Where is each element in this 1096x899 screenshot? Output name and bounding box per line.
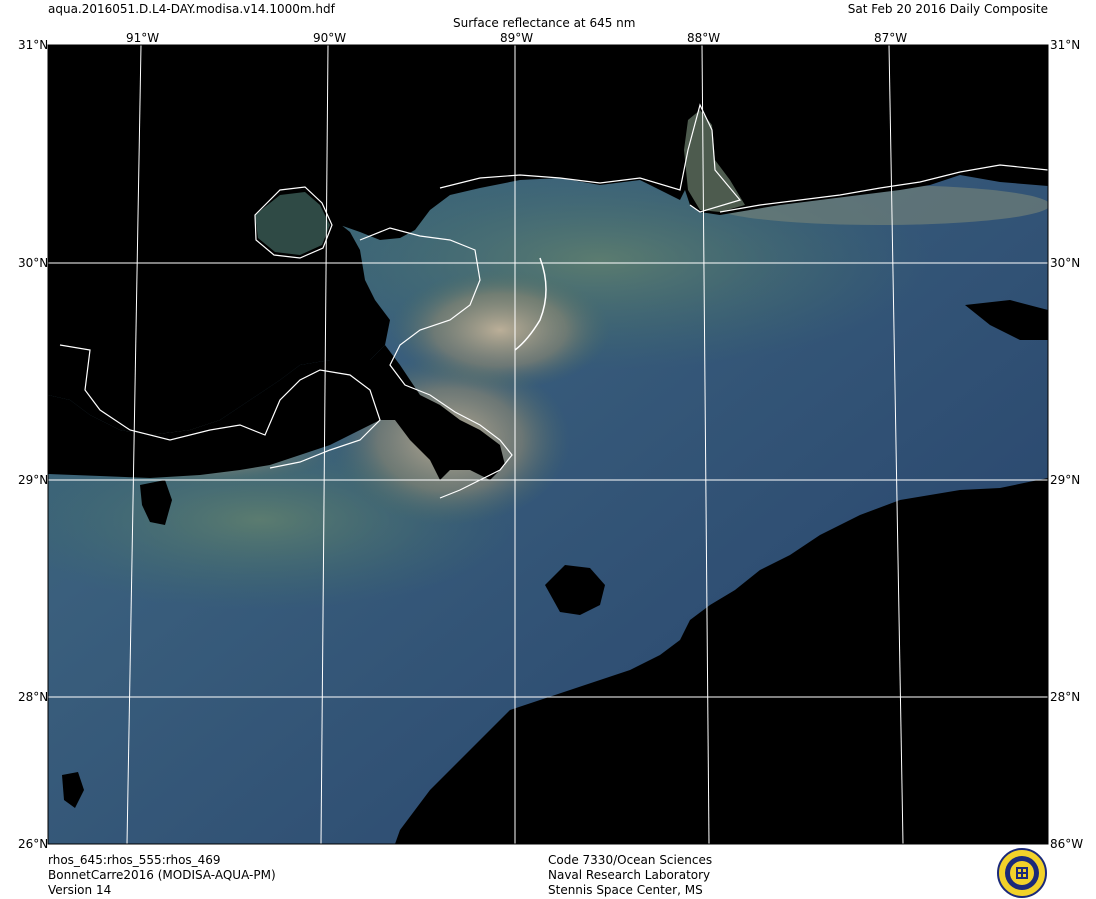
footer-org-name: Naval Research Laboratory <box>548 868 711 882</box>
lon-label: 87°W <box>874 31 908 45</box>
nrl-seal-icon <box>997 848 1047 898</box>
sediment-plume-north <box>390 270 610 390</box>
footer-collection: BonnetCarre2016 (MODISA-AQUA-PM) <box>48 868 276 882</box>
lat-label-corner-br: 86°W <box>1050 837 1084 851</box>
lon-label: 90°W <box>313 31 347 45</box>
lat-label-left: 30°N <box>18 256 49 270</box>
lat-label-left: 28°N <box>18 690 49 704</box>
lat-label-corner-tr: 31°N <box>1050 38 1081 52</box>
footer-product: rhos_645:rhos_555:rhos_469 <box>48 853 221 867</box>
lat-label-right: 29°N <box>1050 473 1081 487</box>
lat-label-right: 30°N <box>1050 256 1081 270</box>
lon-label: 89°W <box>500 31 534 45</box>
footer-org-code: Code 7330/Ocean Sciences <box>548 853 713 867</box>
satellite-map <box>47 44 1049 845</box>
lon-label: 91°W <box>126 31 160 45</box>
footer-org-location: Stennis Space Center, MS <box>548 883 703 897</box>
footer-version: Version 14 <box>48 883 112 897</box>
lat-label-corner-tl: 31°N <box>18 38 49 52</box>
lat-label-left: 29°N <box>18 473 49 487</box>
lat-label-right: 28°N <box>1050 690 1081 704</box>
lat-label-corner-bl: 26°N <box>18 837 49 851</box>
lon-label: 88°W <box>687 31 721 45</box>
